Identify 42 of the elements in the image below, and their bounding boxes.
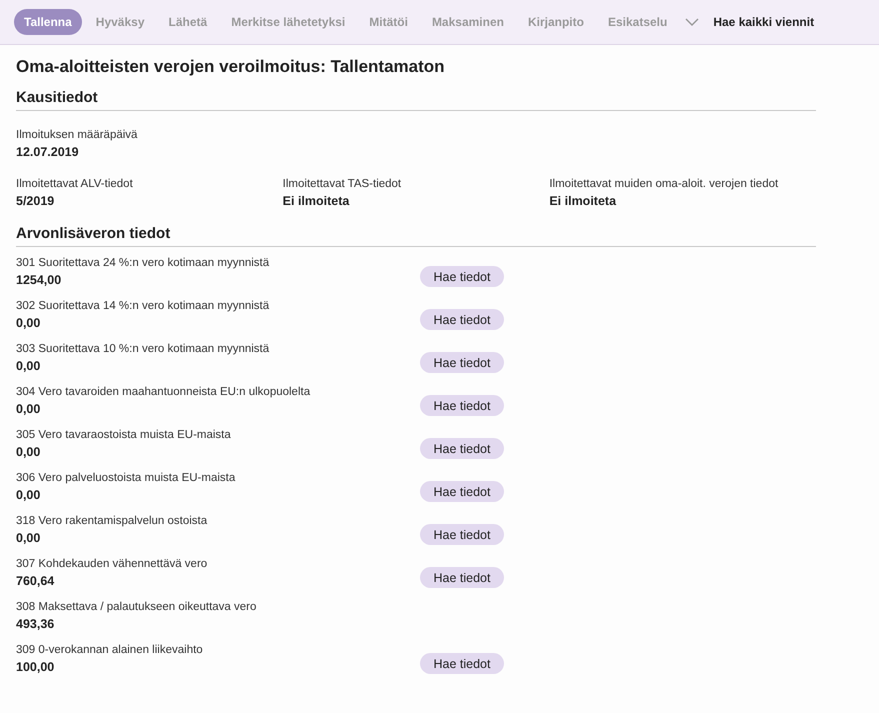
- field-value: 12.07.2019: [16, 144, 80, 160]
- field-value: 0,00: [16, 401, 42, 418]
- fetch-button[interactable]: Hae tiedot: [420, 395, 504, 416]
- field-label: 309 0-verokannan alainen liikevaihto: [16, 643, 204, 658]
- page-title: Oma-aloitteisten verojen veroilmoitus: Tallentamaton: [15, 56, 446, 78]
- fetch-button[interactable]: Hae tiedot: [420, 352, 504, 374]
- field-value: 493,36: [16, 616, 56, 632]
- field-value: 0,00: [16, 444, 42, 460]
- fetch-button[interactable]: Hae tiedot: [420, 266, 504, 288]
- field-label: 308 Maksettava / palautukseen oikeuttava vero: [16, 600, 258, 616]
- fetch-button[interactable]: Hae tiedot: [420, 481, 504, 502]
- field-label: 306 Vero palveluostoista muista EU-maista: [16, 471, 236, 486]
- chevron-down-icon[interactable]: [685, 18, 700, 26]
- field-label: Ilmoitettavat ALV-tiedot: [16, 177, 134, 192]
- field-value: 100,00: [16, 659, 56, 676]
- field-label: 304 Vero tavaroiden maahantuonneista EU:n ulkopuolelta: [16, 385, 312, 400]
- field-value: 0,00: [16, 530, 42, 546]
- fetch-button[interactable]: Hae tiedot: [420, 524, 504, 546]
- field-value: 0,00: [16, 358, 42, 374]
- fetch-button[interactable]: Hae tiedot: [420, 438, 504, 460]
- field-value: Ei ilmoiteta: [282, 193, 350, 210]
- field-value: Ei ilmoiteta: [549, 193, 618, 210]
- field-label: 302 Suoritettava 14 %:n vero kotimaan myynnistä: [16, 299, 270, 314]
- field-label: 301 Suoritettava 24 %:n vero kotimaan myynnistä: [16, 256, 270, 272]
- field-value: 760,64: [16, 573, 56, 590]
- field-label: 303 Suoritettava 10 %:n vero kotimaan myynnistä: [16, 342, 270, 358]
- field-label: 307 Kohdekauden vähennettävä vero: [16, 557, 208, 572]
- fetch-button[interactable]: Hae tiedot: [420, 309, 504, 330]
- field-label: Ilmoituksen määräpäivä: [16, 128, 138, 144]
- section-heading: Arvonlisäveron tiedot: [16, 225, 816, 248]
- field-label: Ilmoitettavat muiden oma-aloit. verojen tiedot: [549, 177, 780, 192]
- section-heading: Kausitiedot: [16, 89, 816, 112]
- fetch-button[interactable]: Hae tiedot: [420, 653, 504, 674]
- field-value: 0,00: [16, 315, 42, 332]
- fetch-button[interactable]: Hae tiedot: [420, 567, 504, 588]
- field-value: 5/2019: [16, 193, 56, 210]
- field-label: Ilmoitettavat TAS-tiedot: [282, 177, 402, 192]
- field-value: 1254,00: [16, 272, 62, 288]
- fetch-all-button[interactable]: Hae kaikki viennit: [713, 13, 814, 31]
- field-value: 0,00: [16, 487, 42, 504]
- field-label: 305 Vero tavaraostoista muista EU-maista: [16, 428, 232, 444]
- field-label: 318 Vero rakentamispalvelun ostoista: [16, 514, 208, 530]
